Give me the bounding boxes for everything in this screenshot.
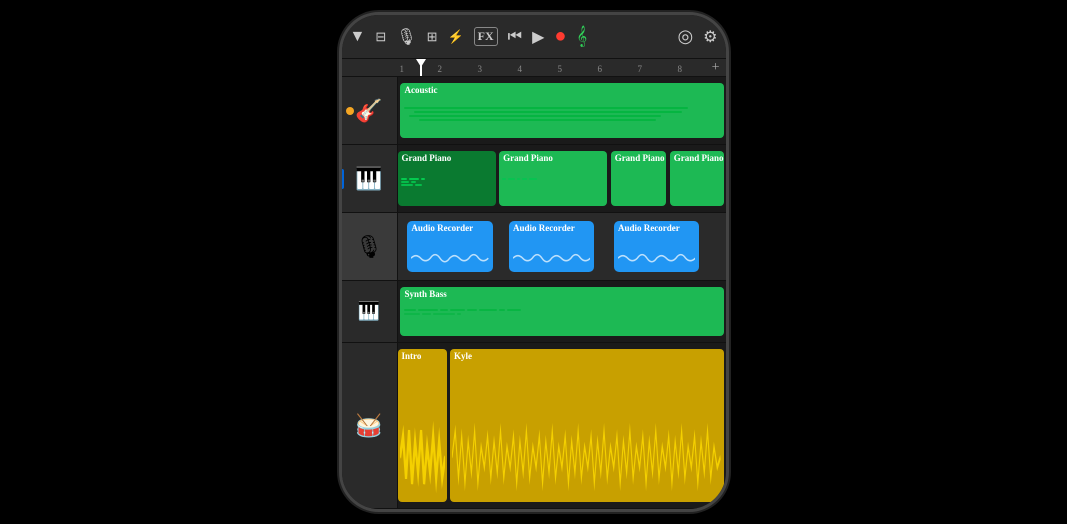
audio-recorder-label-1: Audio Recorder	[411, 223, 473, 233]
audio-recorder-clip-1[interactable]: Audio Recorder	[407, 221, 492, 272]
track-header-audio[interactable]: 🎙	[342, 213, 398, 280]
ruler-marks: 1 2 3 4 5 6 7 8	[400, 59, 712, 76]
piano-side-indicator	[342, 169, 344, 189]
track-header-acoustic[interactable]: 🎸	[342, 77, 398, 144]
acoustic-track-content[interactable]: Acoustic	[398, 77, 726, 144]
ruler-mark-6: 6	[598, 64, 603, 74]
track-row-drums: 🥁 Intro Kyle	[342, 343, 726, 509]
guitar-icon: 🎸	[355, 98, 382, 124]
ruler-mark-1: 1	[400, 64, 405, 74]
audio-recorder-clip-2[interactable]: Audio Recorder	[509, 221, 594, 272]
play-icon[interactable]: ▶	[532, 27, 544, 47]
grand-piano-label-2: Grand Piano	[503, 153, 553, 163]
settings-icon[interactable]: ⚙	[703, 27, 717, 47]
tracks-area: 🎸 Acoustic 🎹	[342, 77, 726, 509]
rewind-icon[interactable]: ⏮	[508, 28, 522, 46]
synth-bass-label: Synth Bass	[405, 289, 447, 299]
toolbar: ▼ ⊟ 🎙 ⊞ ⚡ FX ⏮ ▶ ● 𝄞 ◎ ⚙	[342, 15, 726, 59]
synth-track-content[interactable]: Synth Bass	[398, 281, 726, 342]
audio-track-content[interactable]: Audio Recorder Audio Recorder	[398, 213, 726, 280]
drums-icon: 🥁	[355, 413, 382, 439]
grand-piano-clip-4[interactable]: Grand Piano	[670, 151, 724, 206]
track-color-dot	[346, 107, 354, 115]
smart-tempo-icon[interactable]: 𝄞	[576, 26, 587, 47]
scroll-bracket	[724, 213, 726, 280]
kyle-clip[interactable]: Kyle	[450, 349, 724, 502]
headphones-icon[interactable]: ◎	[677, 26, 693, 47]
grand-piano-label-4: Grand Piano	[674, 153, 724, 163]
track-row-piano: 🎹 Grand Piano	[342, 145, 726, 213]
microphone-icon: 🎙	[355, 234, 383, 260]
acoustic-label: Acoustic	[405, 85, 438, 95]
record-button[interactable]: ●	[554, 25, 566, 48]
drums-track-content[interactable]: Intro Kyle	[398, 343, 726, 508]
track-row-audio: 🎙 Audio Recorder Audio Recorder	[342, 213, 726, 281]
grand-piano-clip-2[interactable]: Grand Piano	[499, 151, 607, 206]
audio-recorder-label-3: Audio Recorder	[618, 223, 680, 233]
acoustic-clip[interactable]: Acoustic	[400, 83, 724, 138]
intro-label: Intro	[402, 351, 422, 361]
grand-piano-clip-1[interactable]: Grand Piano	[398, 151, 496, 206]
fx-button[interactable]: FX	[474, 27, 498, 46]
grand-piano-clip-3[interactable]: Grand Piano	[611, 151, 667, 206]
playhead[interactable]	[420, 59, 422, 76]
add-track-button[interactable]: +	[712, 60, 726, 76]
ruler-mark-7: 7	[638, 64, 643, 74]
track-header-synth[interactable]: 🎹	[342, 281, 398, 342]
audio-recorder-clip-3[interactable]: Audio Recorder	[614, 221, 699, 272]
kyle-label: Kyle	[454, 351, 472, 361]
ruler-mark-5: 5	[558, 64, 563, 74]
intro-clip[interactable]: Intro	[398, 349, 447, 502]
piano-track-content[interactable]: Grand Piano	[398, 145, 726, 212]
ruler-mark-2: 2	[438, 64, 443, 74]
piano-icon: 🎹	[355, 166, 382, 192]
track-row-acoustic: 🎸 Acoustic	[342, 77, 726, 145]
ruler-mark-4: 4	[518, 64, 523, 74]
synth-icon: 🎹	[358, 301, 380, 322]
mic-icon[interactable]: 🎙	[396, 27, 416, 47]
grid-icon[interactable]: ⊞	[427, 29, 438, 45]
phone-frame: ▼ ⊟ 🎙 ⊞ ⚡ FX ⏮ ▶ ● 𝄞 ◎ ⚙ 1 2 3 4 5 6 7 8…	[339, 12, 729, 512]
ruler-mark-3: 3	[478, 64, 483, 74]
grand-piano-label-3: Grand Piano	[615, 153, 665, 163]
grand-piano-label-1: Grand Piano	[402, 153, 452, 163]
track-header-piano[interactable]: 🎹	[342, 145, 398, 212]
timeline-ruler: 1 2 3 4 5 6 7 8 +	[342, 59, 726, 77]
ruler-mark-8: 8	[678, 64, 683, 74]
track-row-synth: 🎹 Synth Bass	[342, 281, 726, 343]
mixer-icon[interactable]: ⚡	[447, 29, 463, 45]
audio-recorder-label-2: Audio Recorder	[513, 223, 575, 233]
tracks-view-icon[interactable]: ⊟	[375, 29, 386, 45]
track-header-drums[interactable]: 🥁	[342, 343, 398, 508]
synth-bass-clip[interactable]: Synth Bass	[400, 287, 724, 336]
dropdown-arrow-icon[interactable]: ▼	[350, 28, 366, 46]
